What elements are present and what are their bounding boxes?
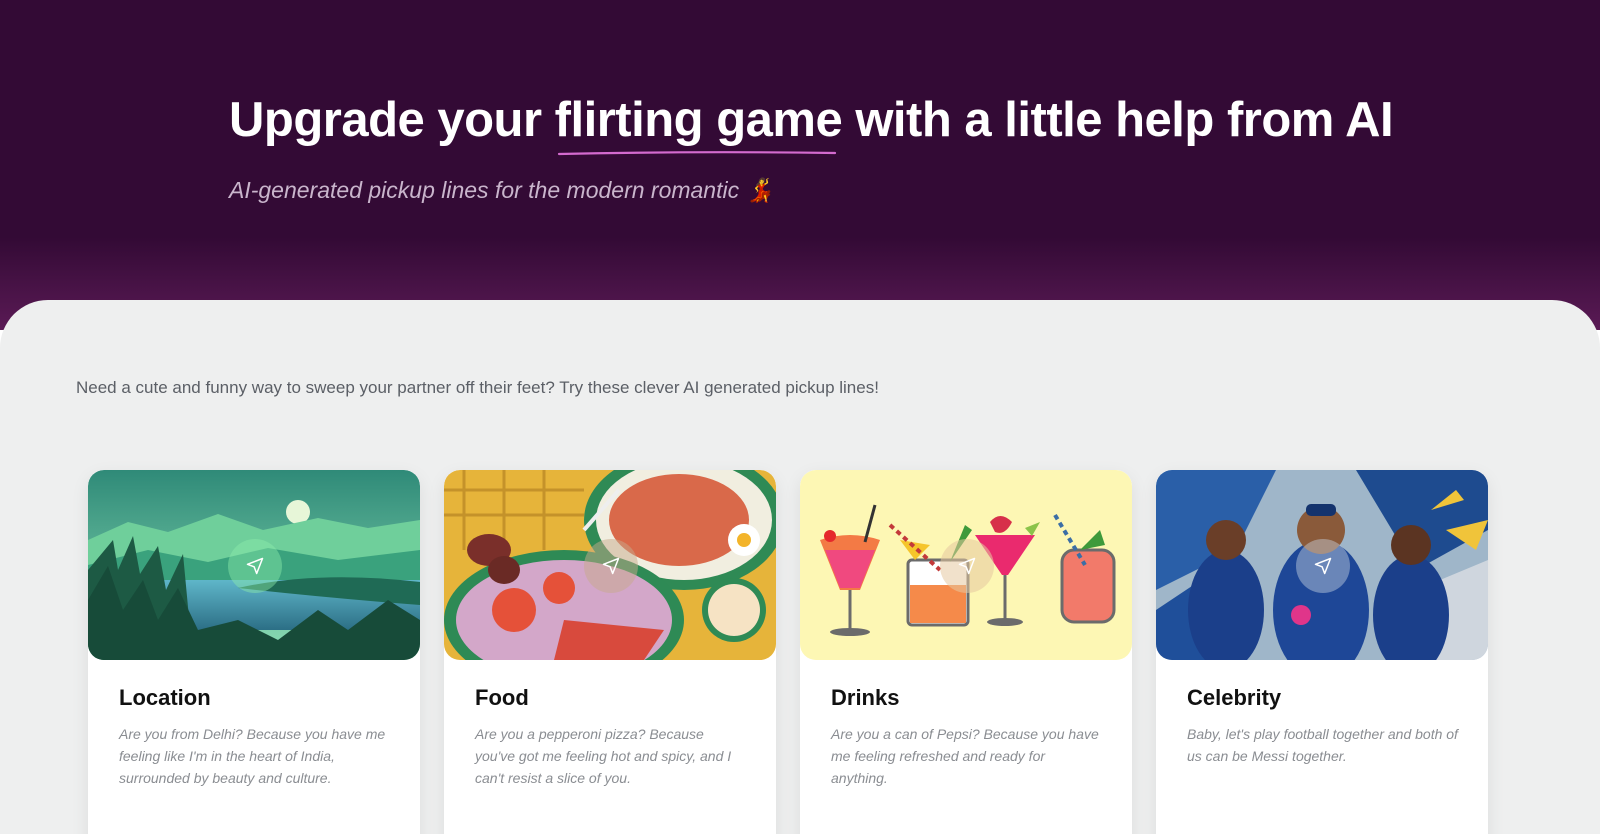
card-title: Food <box>475 685 529 710</box>
send-button[interactable] <box>584 539 638 593</box>
hero-banner: Upgrade your flirting game with a little… <box>0 0 1600 330</box>
hero-title-highlight-text: flirting game <box>554 93 843 147</box>
hero-subtitle: AI-generated pickup lines for the modern… <box>229 177 775 203</box>
card-title: Celebrity <box>1187 685 1282 710</box>
hero-title-pre: Upgrade your <box>229 93 555 147</box>
card-pickup-line: Are you a pepperoni pizza? Because you'v… <box>475 726 732 786</box>
category-card-location[interactable]: Location Are you from Delhi? Because you… <box>88 470 420 834</box>
send-button[interactable] <box>940 539 994 593</box>
card-pickup-line: Are you from Delhi? Because you have me … <box>119 726 386 786</box>
send-button[interactable] <box>1296 539 1350 593</box>
intro-text: Need a cute and funny way to sweep your … <box>76 378 879 397</box>
card-pickup-line: Are you a can of Pepsi? Because you have… <box>831 726 1099 786</box>
send-icon <box>1314 557 1332 575</box>
send-icon <box>602 557 620 575</box>
category-card-drinks[interactable]: Drinks Are you a can of Pepsi? Because y… <box>800 470 1132 834</box>
hero-title-post: with a little help from AI <box>842 93 1394 147</box>
category-card-celebrity[interactable]: Celebrity Baby, let's play football toge… <box>1156 470 1488 834</box>
hero-title: Upgrade your flirting game with a little… <box>229 92 1409 156</box>
card-pickup-line: Baby, let's play football together and b… <box>1187 726 1458 764</box>
food-illustration <box>444 470 776 660</box>
card-title: Drinks <box>831 685 900 710</box>
location-illustration <box>88 470 420 660</box>
drinks-illustration <box>800 470 1132 660</box>
send-button[interactable] <box>228 539 282 593</box>
card-title: Location <box>119 685 211 710</box>
hero-title-highlight: flirting game <box>554 92 843 156</box>
send-icon <box>246 557 264 575</box>
celebrity-illustration <box>1156 470 1488 660</box>
send-icon <box>958 557 976 575</box>
highlight-underline <box>557 151 836 156</box>
category-card-food[interactable]: Food Are you a pepperoni pizza? Because … <box>444 470 776 834</box>
content-panel: Need a cute and funny way to sweep your … <box>0 300 1600 834</box>
